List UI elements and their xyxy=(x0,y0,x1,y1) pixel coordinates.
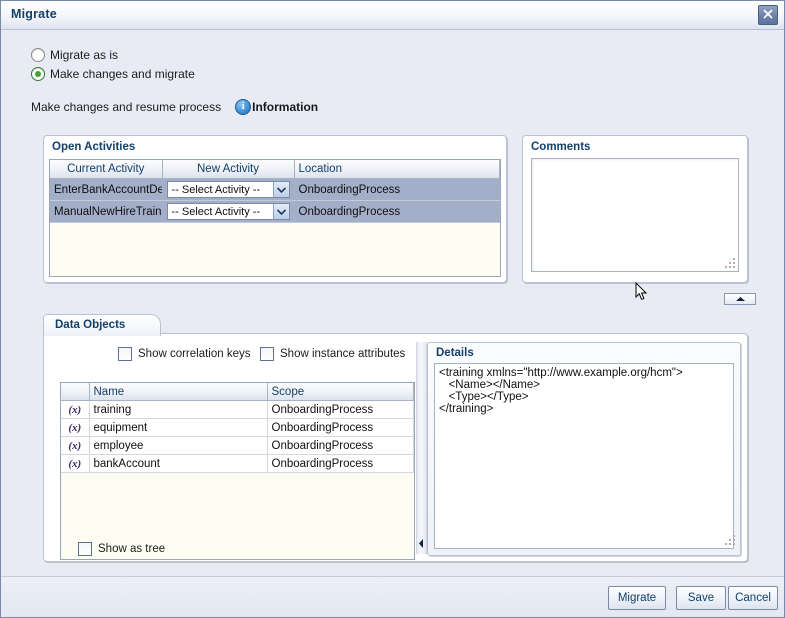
resize-grip-icon[interactable] xyxy=(725,258,736,269)
radio-label-make-changes-and-migrate: Make changes and migrate xyxy=(50,67,195,81)
table-row[interactable]: (x) training OnboardingProcess xyxy=(61,400,414,419)
cell-scope: OnboardingProcess xyxy=(267,454,414,473)
radio-migrate-as-is[interactable]: Migrate as is xyxy=(31,47,195,63)
new-activity-select[interactable]: -- Select Activity -- xyxy=(166,181,290,198)
new-activity-select-value: -- Select Activity -- xyxy=(171,183,261,196)
open-activities-panel: Open Activities Current Activity New Act… xyxy=(43,135,507,283)
migration-mode-options: Migrate as is Make changes and migrate xyxy=(31,47,195,85)
cell-location: OnboardingProcess xyxy=(294,178,500,201)
open-activities-table-container: Current Activity New Activity Location E… xyxy=(49,159,501,277)
table-header-row: Name Scope xyxy=(61,383,414,401)
cell-current-activity: ManualNewHireTrainin xyxy=(50,200,163,223)
resume-process-text: Make changes and resume process xyxy=(31,100,222,114)
details-title: Details xyxy=(436,347,474,359)
variable-icon: (x) xyxy=(68,421,82,434)
checkbox-indicator-instance-attributes xyxy=(260,347,274,361)
cell-location: OnboardingProcess xyxy=(294,200,500,223)
save-button[interactable]: Save xyxy=(676,586,726,610)
tab-data-objects-label: Data Objects xyxy=(55,319,126,331)
checkbox-indicator-show-as-tree xyxy=(78,542,92,556)
chevron-down-icon xyxy=(272,182,289,197)
chevron-up-icon xyxy=(735,297,745,301)
details-panel: Details <training xmlns="http://www.exam… xyxy=(427,342,741,556)
checkbox-label-instance-attributes: Show instance attributes xyxy=(280,348,406,360)
checkbox-indicator-correlation-keys xyxy=(118,347,132,361)
table-row[interactable]: (x) equipment OnboardingProcess xyxy=(61,418,414,437)
radio-indicator-make-changes-and-migrate xyxy=(31,67,45,81)
cell-name: bankAccount xyxy=(89,454,268,473)
checkbox-show-as-tree[interactable]: Show as tree xyxy=(78,542,165,556)
mouse-cursor xyxy=(635,281,648,305)
column-header-current-activity[interactable]: Current Activity xyxy=(50,160,163,179)
cell-scope: OnboardingProcess xyxy=(267,400,414,419)
new-activity-select[interactable]: -- Select Activity -- xyxy=(166,203,290,220)
column-header-scope[interactable]: Scope xyxy=(267,383,414,401)
table-row[interactable]: EnterBankAccountDe -- Select Activity --… xyxy=(50,178,500,201)
resume-process-line: Make changes and resume process i Inform… xyxy=(31,99,318,115)
checkbox-show-instance-attributes[interactable]: Show instance attributes xyxy=(260,347,405,361)
checkbox-label-show-as-tree: Show as tree xyxy=(98,543,166,555)
new-activity-select-value: -- Select Activity -- xyxy=(171,205,261,218)
cell-scope: OnboardingProcess xyxy=(267,418,414,437)
cell-name: equipment xyxy=(89,418,268,437)
open-activities-title: Open Activities xyxy=(52,141,136,153)
chevron-down-icon xyxy=(272,204,289,219)
dialog-footer: Migrate Save Cancel xyxy=(1,576,784,617)
cancel-button[interactable]: Cancel xyxy=(728,586,778,610)
comments-textarea[interactable] xyxy=(531,158,739,272)
close-icon xyxy=(759,8,777,20)
column-header-location[interactable]: Location xyxy=(294,160,500,179)
dialog-title: Migrate xyxy=(11,7,57,21)
radio-label-migrate-as-is: Migrate as is xyxy=(50,48,119,62)
close-button[interactable] xyxy=(758,5,778,25)
comments-panel: Comments xyxy=(522,135,748,283)
resize-grip-icon[interactable] xyxy=(725,535,736,546)
cell-current-activity: EnterBankAccountDe xyxy=(50,178,163,201)
variable-icon: (x) xyxy=(68,403,82,416)
data-objects-table: Name Scope (x) training OnboardingProces… xyxy=(61,383,414,473)
information-icon: i xyxy=(235,99,252,115)
radio-make-changes-and-migrate[interactable]: Make changes and migrate xyxy=(31,66,195,82)
migrate-dialog: Migrate Migrate as is Make changes and m… xyxy=(0,0,785,618)
cell-name: training xyxy=(89,400,268,419)
information-label: Information xyxy=(252,100,319,114)
cell-scope: OnboardingProcess xyxy=(267,436,414,455)
cell-name: employee xyxy=(89,436,268,455)
details-splitter[interactable] xyxy=(416,342,427,554)
collapse-panel-handle[interactable] xyxy=(724,293,756,305)
variable-icon: (x) xyxy=(68,439,82,452)
comments-title: Comments xyxy=(531,141,591,153)
table-row[interactable]: ManualNewHireTrainin -- Select Activity … xyxy=(50,200,500,223)
column-header-name[interactable]: Name xyxy=(89,383,268,401)
chevron-left-icon xyxy=(418,538,424,552)
table-row[interactable]: (x) employee OnboardingProcess xyxy=(61,436,414,455)
table-row[interactable]: (x) bankAccount OnboardingProcess xyxy=(61,454,414,473)
details-content[interactable]: <training xmlns="http://www.example.org/… xyxy=(434,363,734,549)
table-header-row: Current Activity New Activity Location xyxy=(50,160,500,179)
cell-new-activity: -- Select Activity -- xyxy=(162,200,295,223)
column-header-icon xyxy=(61,383,90,401)
dialog-titlebar: Migrate xyxy=(1,1,784,30)
radio-indicator-migrate-as-is xyxy=(31,48,45,62)
checkbox-label-correlation-keys: Show correlation keys xyxy=(138,348,251,360)
open-activities-table: Current Activity New Activity Location E… xyxy=(50,160,500,223)
tab-data-objects[interactable]: Data Objects xyxy=(43,314,161,337)
variable-icon: (x) xyxy=(68,457,82,470)
column-header-new-activity[interactable]: New Activity xyxy=(162,160,295,179)
migrate-button[interactable]: Migrate xyxy=(608,586,666,610)
cell-new-activity: -- Select Activity -- xyxy=(162,178,295,201)
checkbox-show-correlation-keys[interactable]: Show correlation keys xyxy=(118,347,251,361)
data-objects-table-container: Name Scope (x) training OnboardingProces… xyxy=(60,382,415,560)
data-objects-panel: Show correlation keys Show instance attr… xyxy=(43,333,748,562)
